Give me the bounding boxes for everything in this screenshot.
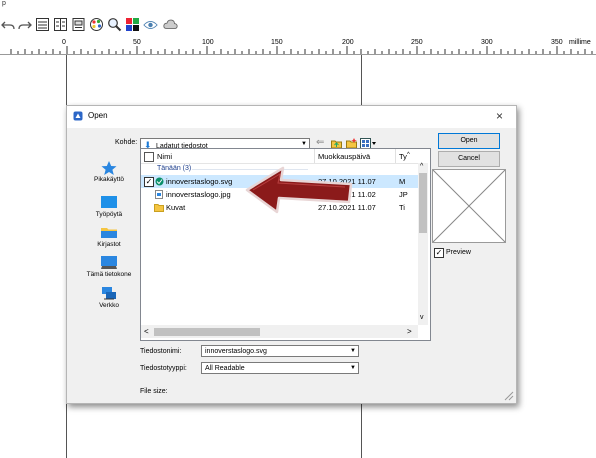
- open-dialog: Open × Kohde: ⬇ Ladatut tiedostot ▼ ⇐ Pi…: [66, 105, 517, 404]
- file-type: Ti: [399, 203, 405, 212]
- scroll-down-icon[interactable]: v: [420, 314, 424, 321]
- place-label: Tämä tietokone: [86, 271, 132, 278]
- filesize-label: File size:: [140, 388, 168, 395]
- main-toolbar: p: [0, 0, 596, 38]
- library-icon: [100, 225, 118, 239]
- cancel-button[interactable]: Cancel: [438, 151, 500, 167]
- column-header-modified[interactable]: Muokkauspäivä: [318, 152, 370, 161]
- horizontal-ruler: [0, 38, 596, 55]
- print-preview-icon[interactable]: [71, 17, 86, 32]
- chevron-down-icon: ▼: [350, 365, 356, 371]
- ruler-label: 50: [133, 39, 141, 46]
- place-libraries[interactable]: Kirjastot: [84, 225, 134, 248]
- no-preview-cross-icon: [432, 169, 506, 243]
- ruler-label: 200: [342, 39, 354, 46]
- page-layout-icon[interactable]: [35, 17, 50, 32]
- file-name: innoverstaslogo.svg: [166, 177, 233, 186]
- place-label: Verkko: [99, 302, 119, 309]
- desktop-icon: [100, 195, 118, 209]
- ruler-label: 300: [481, 39, 493, 46]
- horizontal-scroll-thumb[interactable]: [154, 328, 260, 336]
- lookin-label: Kohde:: [115, 139, 138, 146]
- filename-input[interactable]: innoverstaslogo.svg ▼: [201, 345, 359, 357]
- ruler-label: 100: [202, 39, 214, 46]
- place-label: Työpöytä: [95, 211, 123, 218]
- undo-icon[interactable]: [0, 17, 15, 32]
- group-header[interactable]: Tänään (3): [157, 165, 191, 172]
- back-arrow-icon[interactable]: ⇐: [316, 137, 324, 148]
- image-file-icon: [155, 190, 163, 199]
- file-list[interactable]: Nimi Muokkauspäivä Ty ^ Tänään (3) ✓ inn…: [140, 148, 431, 341]
- ruler-label: 250: [411, 39, 423, 46]
- menu-letter: p: [2, 0, 6, 7]
- open-button[interactable]: Open: [438, 133, 500, 149]
- column-divider: [395, 149, 396, 163]
- scroll-left-icon[interactable]: <: [144, 327, 149, 336]
- folder-icon: [154, 203, 164, 212]
- vertical-scroll-thumb[interactable]: [419, 173, 427, 233]
- ruler-label: 0: [62, 39, 66, 46]
- place-label: Pikakäyttö: [94, 176, 124, 183]
- place-this-pc[interactable]: Tämä tietokone: [78, 255, 140, 278]
- dialog-title-bar[interactable]: Open ×: [67, 106, 516, 128]
- ruler-label: 350: [551, 39, 563, 46]
- network-icon: [100, 286, 118, 300]
- preview-label: Preview: [446, 249, 471, 256]
- star-icon: [100, 160, 118, 175]
- select-all-checkbox[interactable]: [144, 152, 154, 162]
- row-checkbox-checked[interactable]: ✓: [144, 177, 154, 187]
- ruler-label: 150: [271, 39, 283, 46]
- app-icon: [73, 111, 83, 121]
- sort-up-icon: ^: [407, 152, 410, 158]
- close-icon[interactable]: ×: [496, 109, 503, 123]
- filetype-value: All Readable: [205, 365, 245, 372]
- place-desktop[interactable]: Työpöytä: [84, 195, 134, 218]
- filename-label: Tiedostonimi:: [140, 348, 182, 355]
- file-type: JP: [399, 190, 408, 199]
- file-type: M: [399, 177, 406, 186]
- place-quick-access[interactable]: Pikakäyttö: [84, 160, 134, 183]
- color-palette-icon[interactable]: [89, 17, 104, 32]
- file-name: Kuvat: [166, 203, 186, 212]
- horizontal-scrollbar[interactable]: < >: [141, 325, 418, 338]
- preview-box: [432, 169, 506, 243]
- computer-icon: [100, 255, 118, 269]
- cloud-icon[interactable]: [163, 17, 178, 32]
- place-network[interactable]: Verkko: [84, 286, 134, 309]
- chevron-down-icon: ▼: [301, 141, 307, 147]
- chevron-down-icon: ▼: [350, 348, 356, 354]
- svg-file-icon: [155, 177, 164, 186]
- dialog-title: Open: [88, 111, 108, 120]
- filetype-label: Tiedostotyyppi:: [140, 365, 187, 372]
- red-arrow-annotation: [245, 166, 353, 214]
- filetype-select[interactable]: All Readable ▼: [201, 362, 359, 374]
- color-grid-icon[interactable]: [125, 17, 140, 32]
- preview-checkbox[interactable]: ✓: [434, 248, 444, 258]
- column-divider: [314, 149, 315, 163]
- filename-value: innoverstaslogo.svg: [205, 348, 267, 355]
- place-label: Kirjastot: [97, 241, 121, 248]
- scroll-right-icon[interactable]: >: [407, 327, 412, 336]
- column-header-type[interactable]: Ty: [399, 152, 407, 161]
- column-header-name[interactable]: Nimi: [157, 152, 172, 161]
- redo-icon[interactable]: [17, 17, 32, 32]
- scroll-up-icon[interactable]: ^: [420, 163, 423, 170]
- two-page-icon[interactable]: [53, 17, 68, 32]
- eye-icon[interactable]: [143, 17, 158, 32]
- zoom-icon[interactable]: [107, 17, 122, 32]
- vertical-scrollbar[interactable]: ^ v: [418, 163, 428, 325]
- file-name: innoverstaslogo.jpg: [166, 190, 231, 199]
- ruler-unit: millime: [569, 39, 591, 46]
- file-list-header: Nimi Muokkauspäivä Ty ^: [141, 149, 428, 164]
- resize-grip-icon[interactable]: [503, 390, 514, 401]
